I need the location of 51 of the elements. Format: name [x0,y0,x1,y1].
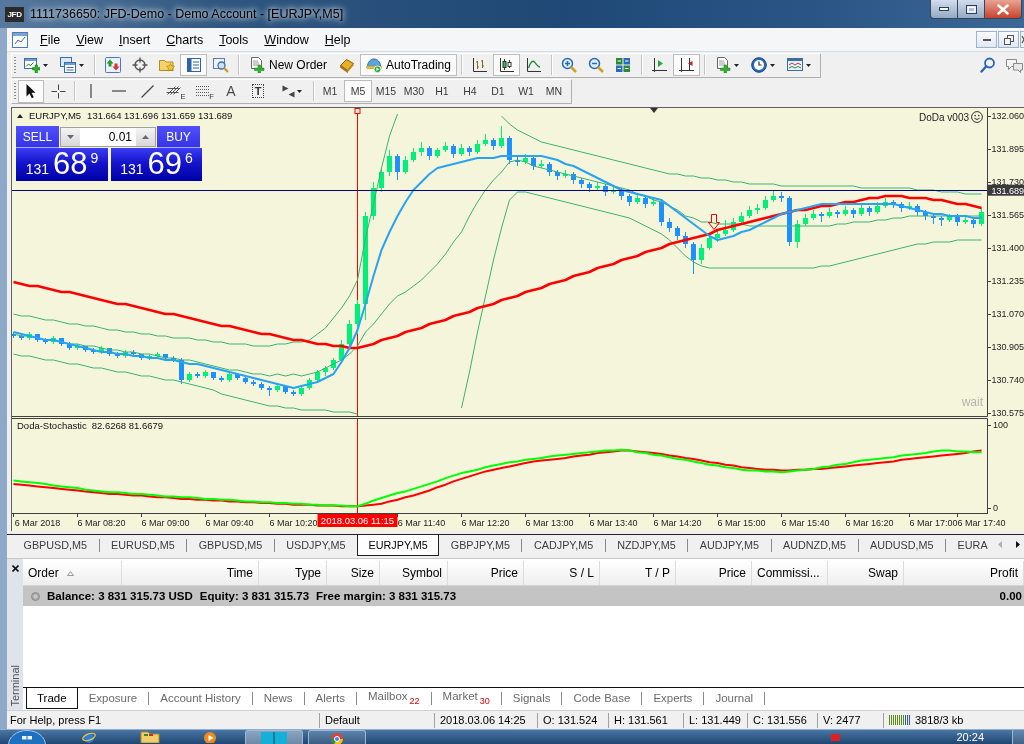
balance-text: Free margin: 3 831 315.73 [316,590,457,602]
time-axis-label: 6 Mar 2018 [14,518,61,528]
price-axis-label: 130.740 [991,375,1024,386]
price-axis-label: 131.070 [991,309,1024,320]
time-axis-label: 6 Mar 09:40 [205,518,254,528]
volume-text: V: 2477 [823,714,861,726]
bid-price-label: 131.689 [988,184,1024,196]
window-title: 1111736650: JFD-Demo - Demo Account - [EURJPY,M5] [30,7,344,21]
price-axis-label: 130.905 [991,342,1024,353]
balance-text: Balance: 3 831 315.73 USD [47,590,193,602]
indicator-name: Doda-Stochastic [17,420,87,431]
price-axis-label: 131.895 [991,144,1024,155]
time-axis-label: 6 Mar 16:20 [845,518,894,528]
traffic-text: 3818/3 kb [915,714,964,726]
price-axis-label: 131.400 [991,243,1024,254]
low-price-text: L: 131.449 [689,714,741,726]
price-axis-label: 131.565 [991,210,1024,221]
time-axis-label: 6 Mar 10:20 [269,518,318,528]
time-axis-label: 6 Mar 14:20 [653,518,702,528]
status-text: wait [961,395,983,409]
profile-text: Default [325,714,360,726]
oscillator-axis-label: 0 [993,503,998,514]
time-axis-label: 6 Mar 15:40 [781,518,830,528]
balance-text: Equity: 3 831 315.73 [199,590,310,602]
datetime-text: 2018.03.06 14:25 [440,714,526,726]
time-axis-label: 6 Mar 11:40 [397,518,446,528]
oscillator-axis-label: 100 [993,420,1009,430]
time-axis-label: 6 Mar 09:00 [141,518,190,528]
close-price-text: C: 131.556 [753,714,807,726]
panel-title: Terminal [9,665,21,707]
price-axis-label: 130.575 [991,408,1024,417]
profit-value: 0.00 [999,590,1022,602]
chart-symbol: EURJPY,M5 [29,110,82,121]
indicator-values: 82.6268 81.6679 [91,420,164,431]
high-price-text: H: 131.561 [614,714,668,726]
time-axis-label: 6 Mar 17:40 [957,518,1006,528]
price-axis-label: 131.235 [991,276,1024,287]
app-logo: JFD [5,6,24,22]
time-axis-label: 6 Mar 13:40 [589,518,638,528]
time-axis-label: 6 Mar 08:20 [77,518,126,528]
time-axis-label: 6 Mar 17:00 [909,518,958,528]
time-axis-label: 6 Mar 15:00 [717,518,766,528]
expert-name: DoDa v003 [918,111,969,123]
time-axis-label: 6 Mar 12:20 [461,518,510,528]
clock-text: 20:24 [956,731,984,743]
ohlc-readout: 131.664 131.696 131.659 131.689 [87,110,233,121]
time-axis-label: 6 Mar 13:00 [525,518,574,528]
help-text: For Help, press F1 [10,714,102,726]
vertical-line-time-label: 2018.03.06 11:15 [317,514,398,527]
open-price-text: O: 131.524 [543,714,598,726]
price-axis-label: 132.060 [991,111,1024,122]
